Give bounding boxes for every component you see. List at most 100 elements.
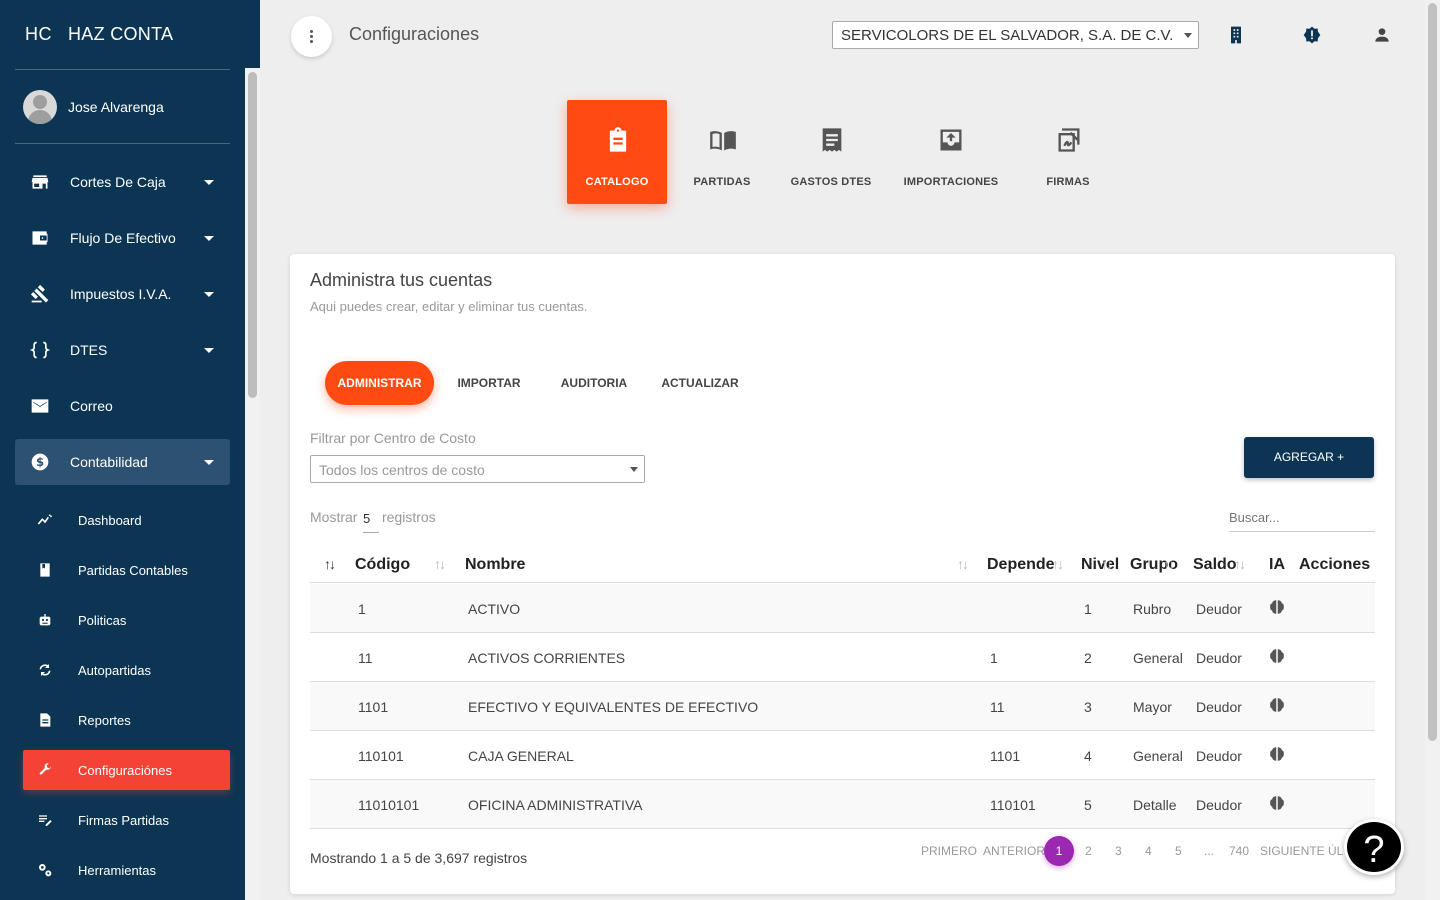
nav-cortes-de-caja[interactable]: Cortes De Caja [15,159,230,205]
page-first[interactable]: PRIMERO [921,844,977,858]
page-next[interactable]: SIGUIENTE [1260,844,1325,858]
wallet-icon [32,231,48,245]
col-nombre[interactable]: Nombre [465,556,525,574]
nav-correo[interactable]: Correo [15,383,230,429]
page-number[interactable]: 740 [1229,844,1249,858]
cell-depende: 11 [990,699,1005,715]
page-last[interactable]: ÚLTIMO [1328,844,1343,858]
page-size-underline [363,532,379,533]
dot [310,35,313,38]
col-codigo[interactable]: Código [355,556,410,574]
sort-icon[interactable]: ↑↓ [324,556,336,572]
show-label: Mostrar [310,509,358,525]
chevron-down-icon [204,460,214,465]
subnav-autopartidas[interactable]: Autopartidas [23,650,230,690]
svg-text:$: $ [36,455,44,469]
brand[interactable]: HC HAZ CONTA [0,0,245,70]
subnav-dashboard[interactable]: Dashboard [23,500,230,540]
help-button[interactable]: ? [1344,819,1404,875]
nav-impuestos-iva[interactable]: Impuestos I.V.A. [15,271,230,317]
brain-icon[interactable] [1268,598,1286,616]
pill-importar[interactable]: IMPORTAR [449,361,529,405]
table-header-divider [310,582,1375,583]
sort-icon[interactable]: ↑↓ [434,556,446,572]
cell-saldo: Deudor [1196,650,1242,666]
subnav-label: Politicas [78,613,127,628]
tab-catalogo[interactable]: CATALOGO [567,100,667,204]
nav-flujo-de-efectivo[interactable]: Flujo De Efectivo [15,215,230,261]
user-name: Jose Alvarenga [68,99,164,115]
trending-icon [37,514,53,525]
subnav-herramientas[interactable]: Herramientas [23,850,230,890]
sort-icon[interactable]: ↑↓ [1163,556,1175,572]
tab-importaciones[interactable]: IMPORTACIONES [896,100,1006,204]
cell-nivel: 2 [1084,650,1092,666]
subnav-firmas-partidas[interactable]: Firmas Partidas [23,800,230,840]
building-icon[interactable] [1226,25,1246,45]
tab-gastos-dtes[interactable]: GASTOS DTES [781,100,881,204]
subnav-politicas[interactable]: Politicas [23,600,230,640]
company-select[interactable]: SERVICOLORS DE EL SALVADOR, S.A. DE C.V. [832,21,1199,49]
cell-grupo: Rubro [1133,601,1172,617]
sort-icon[interactable]: ↑↓ [957,556,969,572]
nav-dtes[interactable]: DTES [15,327,230,373]
brain-icon[interactable] [1268,696,1286,714]
table-row[interactable]: 11 ACTIVOS CORRIENTES 1 2 General Deudor [310,633,1375,682]
brain-icon[interactable] [1268,745,1286,763]
page-size-select[interactable]: 5 [363,511,370,526]
chevron-down-icon [1184,33,1192,38]
main-scrollbar-thumb[interactable] [1428,3,1437,741]
nav-contabilidad[interactable]: $ Contabilidad [15,439,230,485]
chevron-down-icon [204,236,214,241]
pill-administrar[interactable]: ADMINISTRAR [325,361,434,405]
sort-icon[interactable]: ↑↓ [1052,556,1064,572]
cell-nombre: EFECTIVO Y EQUIVALENTES DE EFECTIVO [468,699,759,715]
brain-icon[interactable] [1268,647,1286,665]
subnav-partidas-contables[interactable]: Partidas Contables [23,550,230,590]
cell-codigo: 1101 [358,699,389,715]
card-subtitle: Aqui puedes crear, editar y eliminar tus… [310,299,588,314]
more-menu-button[interactable] [291,16,332,57]
pill-auditoria[interactable]: AUDITORIA [554,361,634,405]
user-profile[interactable]: Jose Alvarenga [23,90,164,124]
user-icon[interactable] [1372,25,1392,45]
tab-label: GASTOS DTES [790,176,872,188]
table-row[interactable]: 110101 CAJA GENERAL 1101 4 General Deudo… [310,731,1375,780]
sort-icon[interactable]: ↑↓ [1101,556,1113,572]
cell-grupo: General [1133,650,1183,666]
tab-firmas[interactable]: FIRMAS [1018,100,1118,204]
open-book-icon [710,131,736,151]
cost-center-select[interactable]: Todos los centros de costo [310,455,645,483]
page-number[interactable]: 4 [1145,844,1152,858]
cell-nivel: 3 [1084,699,1092,715]
table-row[interactable]: 1101 EFECTIVO Y EQUIVALENTES DE EFECTIVO… [310,682,1375,731]
alert-badge-icon[interactable] [1302,25,1322,45]
sort-icon[interactable]: ↑↓ [1234,556,1246,572]
page-number[interactable]: 2 [1085,844,1092,858]
tab-label: CATALOGO [585,176,649,188]
table-row[interactable]: 11010101 OFICINA ADMINISTRATIVA 110101 5… [310,780,1375,829]
cell-grupo: Mayor [1133,699,1172,715]
subnav-configuraciones[interactable]: Configuraciónes [23,750,230,790]
page-prev[interactable]: ANTERIOR [983,844,1045,858]
search-input[interactable] [1229,510,1375,532]
gears-icon [39,864,52,877]
add-button[interactable]: AGREGAR + [1244,437,1374,478]
brain-icon[interactable] [1268,794,1286,812]
nav-label: Flujo De Efectivo [70,230,176,246]
col-saldo[interactable]: Saldo [1193,556,1237,574]
code-braces-icon [30,341,50,359]
subnav-label: Reportes [78,713,131,728]
sidebar-scrollbar-thumb[interactable] [248,72,257,398]
page-current[interactable]: 1 [1044,836,1074,866]
tab-partidas[interactable]: PARTIDAS [672,100,772,204]
pill-actualizar[interactable]: ACTUALIZAR [654,361,746,405]
cost-center-value: Todos los centros de costo [319,462,485,478]
brand-mini: HC [25,24,52,44]
subnav-reportes[interactable]: Reportes [23,700,230,740]
table-row[interactable]: 1 ACTIVO 1 Rubro Deudor [310,584,1375,633]
nav-label: Correo [70,398,113,414]
col-depende[interactable]: Depende [987,556,1055,574]
page-number[interactable]: 3 [1115,844,1122,858]
document-icon [40,713,51,727]
